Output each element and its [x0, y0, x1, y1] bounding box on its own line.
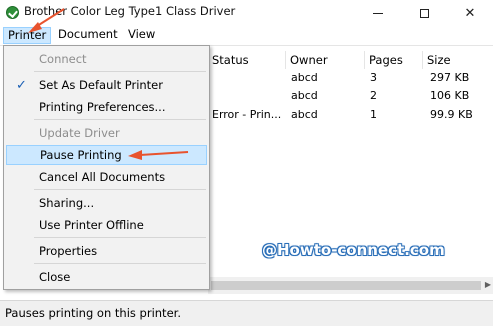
- menu-separator: [34, 263, 206, 264]
- menu-item-label: Set As Default Printer: [39, 78, 163, 92]
- row-size: 99.9 KB: [430, 108, 473, 121]
- watermark: @Howto-connect.com: [262, 241, 445, 259]
- maximize-icon: [419, 8, 429, 18]
- row-size: 297 KB: [430, 71, 470, 84]
- printer-menu-dropdown: Connect ✓ Set As Default Printer Printin…: [3, 45, 210, 290]
- row-pages: 1: [370, 108, 377, 121]
- column-header-size[interactable]: Size: [423, 51, 493, 69]
- column-header-status[interactable]: Status: [208, 51, 286, 69]
- status-bar: Pauses printing on this printer.: [0, 300, 493, 326]
- title-bar: Brother Color Leg Type1 Class Driver ✕: [0, 0, 493, 26]
- menu-item-close[interactable]: Close: [6, 267, 207, 287]
- status-text: Pauses printing on this printer.: [5, 306, 181, 320]
- printer-check-icon: [6, 6, 19, 19]
- menu-view[interactable]: View: [124, 27, 159, 44]
- menu-item-properties[interactable]: Properties: [6, 241, 207, 261]
- column-header-pages[interactable]: Pages: [365, 51, 423, 69]
- row-owner: abcd: [291, 108, 318, 121]
- scrollbar-thumb[interactable]: [211, 281, 481, 290]
- maximize-button[interactable]: [401, 0, 447, 26]
- menu-separator: [34, 189, 206, 190]
- close-window-button[interactable]: ✕: [447, 0, 493, 26]
- menu-item-preferences[interactable]: Printing Preferences...: [6, 97, 207, 117]
- menu-item-sharing[interactable]: Sharing...: [6, 193, 207, 213]
- menu-item-update-driver: Update Driver: [39, 126, 120, 140]
- menu-item-pause-printing[interactable]: Pause Printing: [6, 145, 207, 165]
- horizontal-scrollbar[interactable]: ▶: [208, 277, 493, 294]
- checkmark-icon: ✓: [16, 78, 27, 93]
- menu-item-use-offline[interactable]: Use Printer Offline: [6, 215, 207, 235]
- row-status: Error - Prin...: [212, 108, 282, 121]
- row-size: 106 KB: [430, 89, 470, 102]
- menu-item-set-default[interactable]: ✓ Set As Default Printer: [6, 75, 207, 95]
- menu-document[interactable]: Document: [54, 27, 122, 44]
- menu-separator: [34, 237, 206, 238]
- row-owner: abcd: [291, 89, 318, 102]
- window-title: Brother Color Leg Type1 Class Driver: [24, 4, 236, 18]
- column-header-owner[interactable]: Owner: [286, 51, 365, 69]
- menu-printer[interactable]: Printer: [3, 27, 51, 44]
- minimize-button[interactable]: [355, 0, 401, 26]
- minimize-icon: [373, 12, 383, 14]
- menu-separator: [34, 119, 206, 120]
- menu-separator: [34, 71, 206, 72]
- close-icon: ✕: [464, 5, 476, 21]
- row-pages: 2: [370, 89, 377, 102]
- menu-item-connect: Connect: [39, 52, 87, 66]
- menu-bar: Printer Document View: [0, 26, 493, 45]
- row-owner: abcd: [291, 71, 318, 84]
- row-pages: 3: [370, 71, 377, 84]
- menu-item-cancel-all[interactable]: Cancel All Documents: [6, 167, 207, 187]
- scroll-right-icon[interactable]: ▶: [485, 280, 491, 289]
